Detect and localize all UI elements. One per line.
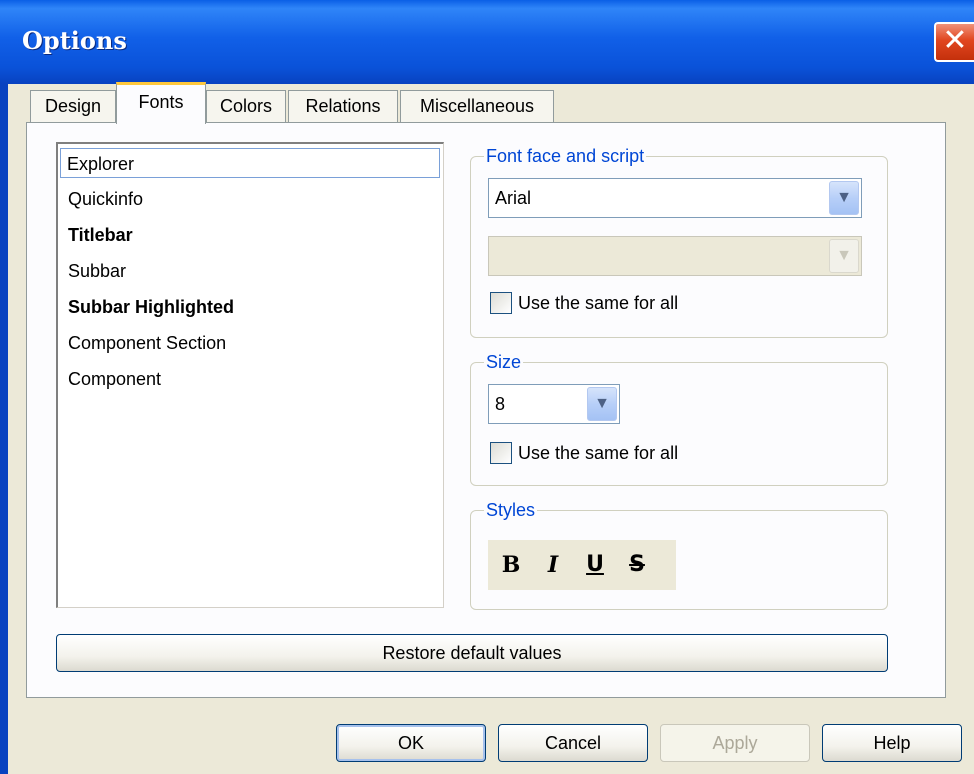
list-item-component-section[interactable]: Component Section (64, 328, 226, 358)
size-same-for-all-row[interactable]: Use the same for all (490, 440, 790, 466)
tab-relations[interactable]: Relations (288, 90, 398, 122)
tab-design[interactable]: Design (30, 90, 116, 122)
font-face-same-for-all-label[interactable]: Use the same for all (518, 290, 678, 316)
font-face-same-for-all-row[interactable]: Use the same for all (490, 290, 790, 316)
styles-group-label: Styles (484, 500, 538, 520)
tab-fonts[interactable]: Fonts (116, 82, 206, 124)
strikethrough-icon[interactable]: S (618, 548, 656, 582)
size-same-for-all-label[interactable]: Use the same for all (518, 440, 678, 466)
list-item-titlebar[interactable]: Titlebar (64, 220, 133, 250)
italic-icon[interactable]: I (534, 548, 572, 582)
chevron-down-icon[interactable]: ▼ (587, 387, 617, 421)
window-frame-edge (0, 84, 8, 774)
size-select[interactable]: 8 ▼ (488, 384, 620, 424)
list-item-component[interactable]: Component (64, 364, 161, 394)
restore-defaults-button[interactable]: Restore default values (56, 634, 888, 672)
close-icon[interactable]: ✕ (934, 22, 974, 62)
title-bar[interactable]: Options ✕ (0, 0, 974, 84)
styles-toolbar: B I U S (488, 540, 676, 590)
apply-button: Apply (660, 724, 810, 762)
font-element-list[interactable]: Explorer Quickinfo Titlebar Subbar Subba… (56, 142, 444, 608)
size-group (470, 362, 888, 486)
list-item-subbar-highlighted[interactable]: Subbar Highlighted (64, 292, 234, 322)
ok-button[interactable]: OK (336, 724, 486, 762)
font-script-select: ▼ (488, 236, 862, 276)
size-value: 8 (495, 394, 506, 414)
help-button[interactable]: Help (822, 724, 962, 762)
font-face-same-for-all-checkbox[interactable] (490, 292, 512, 314)
cancel-button[interactable]: Cancel (498, 724, 648, 762)
tab-miscellaneous[interactable]: Miscellaneous (400, 90, 554, 122)
options-dialog: Options ✕ Design Fonts Colors Relations … (0, 0, 974, 774)
tab-colors[interactable]: Colors (206, 90, 286, 122)
list-item-explorer[interactable]: Explorer (60, 148, 440, 178)
window-title: Options (22, 26, 127, 55)
list-item-quickinfo[interactable]: Quickinfo (64, 184, 143, 214)
list-item-subbar[interactable]: Subbar (64, 256, 126, 286)
chevron-down-icon: ▼ (829, 239, 859, 273)
size-same-for-all-checkbox[interactable] (490, 442, 512, 464)
font-face-value: Arial (495, 188, 532, 208)
bold-icon[interactable]: B (492, 548, 530, 582)
font-face-select[interactable]: Arial ▼ (488, 178, 862, 218)
chevron-down-icon[interactable]: ▼ (829, 181, 859, 215)
underline-icon[interactable]: U (576, 548, 614, 582)
font-face-group-label: Font face and script (484, 146, 647, 166)
size-group-label: Size (484, 352, 524, 372)
